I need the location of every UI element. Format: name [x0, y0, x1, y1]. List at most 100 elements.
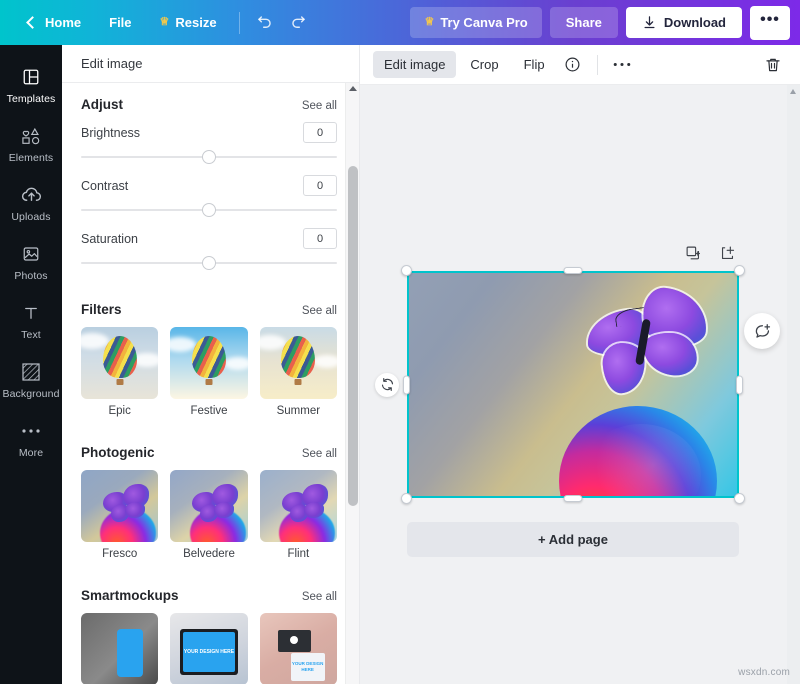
photos-icon — [22, 243, 40, 265]
home-button[interactable]: Home — [14, 9, 95, 36]
editor-body: Templates Elements Uploads Photos Text B… — [0, 45, 800, 684]
saturation-label: Saturation — [81, 231, 138, 246]
mockup-screen-text: YOUR DESIGN HERE — [183, 648, 235, 655]
resize-handle-top-left[interactable] — [401, 265, 412, 276]
toolbar-divider — [596, 54, 598, 75]
brightness-slider[interactable] — [81, 148, 337, 166]
download-button[interactable]: Download — [625, 7, 742, 38]
image-more-button[interactable] — [608, 51, 636, 79]
brightness-control: Brightness 0 — [81, 122, 337, 166]
brightness-value[interactable]: 0 — [303, 122, 337, 143]
resize-handle-top-right[interactable] — [734, 265, 745, 276]
contrast-value[interactable]: 0 — [303, 175, 337, 196]
try-canva-pro-button[interactable]: ♕ Try Canva Pro — [410, 7, 542, 38]
share-button[interactable]: Share — [549, 7, 618, 38]
info-button[interactable] — [559, 51, 587, 79]
filter-label: Epic — [108, 405, 131, 417]
add-page-quick-button[interactable] — [717, 243, 737, 263]
resize-handle-right[interactable] — [736, 375, 743, 394]
sidebar-item-templates[interactable]: Templates — [0, 55, 62, 114]
filter-preview-image — [259, 327, 337, 399]
scroll-up-arrow-icon[interactable] — [790, 89, 796, 94]
slider-thumb[interactable] — [202, 150, 216, 164]
sidebar-item-text[interactable]: Text — [0, 291, 62, 350]
slider-thumb[interactable] — [202, 256, 216, 270]
photogenic-thumb[interactable]: Fresco — [81, 470, 159, 560]
photogenic-grid: Fresco Belvedere Flint — [81, 470, 337, 560]
panel-content: Adjust See all Brightness 0 Contrast 0 S… — [62, 83, 359, 684]
resize-handle-bottom-left[interactable] — [401, 493, 412, 504]
resize-button[interactable]: ♕ Resize — [146, 9, 231, 36]
photogenic-label: Belvedere — [183, 548, 235, 560]
mockup-preview-image — [81, 613, 159, 684]
resize-handle-bottom-right[interactable] — [734, 493, 745, 504]
flip-button[interactable]: Flip — [513, 51, 556, 78]
duplicate-button[interactable] — [683, 243, 703, 263]
photogenic-thumb[interactable]: Flint — [259, 470, 337, 560]
image-toolbar: Edit image Crop Flip — [360, 45, 800, 85]
selected-image-frame[interactable] — [375, 246, 745, 504]
sidebar-item-label: Text — [21, 329, 41, 341]
rotate-icon — [381, 378, 393, 391]
contrast-slider[interactable] — [81, 201, 337, 219]
sidebar-item-photos[interactable]: Photos — [0, 232, 62, 291]
design-canvas[interactable]: + Add page wsxdn.com — [360, 85, 800, 684]
adjust-see-all[interactable]: See all — [302, 100, 337, 112]
smartmockups-title: Smartmockups — [81, 588, 179, 603]
contrast-control: Contrast 0 — [81, 175, 337, 219]
templates-icon — [22, 66, 40, 88]
sidebar-item-more[interactable]: More — [0, 409, 62, 468]
add-page-button[interactable]: + Add page — [407, 522, 739, 557]
sidebar-item-label: Elements — [8, 152, 54, 164]
filters-section-header: Filters See all — [81, 302, 337, 317]
undo-button[interactable] — [248, 6, 282, 40]
filter-thumb[interactable]: Summer — [259, 327, 337, 417]
filters-see-all[interactable]: See all — [302, 305, 337, 317]
resize-handle-left[interactable] — [403, 375, 410, 394]
panel-scroll-area[interactable]: Adjust See all Brightness 0 Contrast 0 S… — [62, 83, 359, 684]
saturation-value[interactable]: 0 — [303, 228, 337, 249]
crown-icon: ♕ — [159, 16, 170, 28]
filter-preview-image — [81, 327, 159, 399]
filter-thumb[interactable]: Epic — [81, 327, 159, 417]
smartmockups-see-all[interactable]: See all — [302, 591, 337, 603]
add-comment-button[interactable] — [744, 313, 780, 349]
panel-scrollbar-thumb[interactable] — [348, 166, 358, 506]
crop-button[interactable]: Crop — [459, 51, 509, 78]
photogenic-preview-image — [170, 470, 248, 542]
panel-scrollbar[interactable] — [345, 83, 359, 684]
photogenic-see-all[interactable]: See all — [302, 448, 337, 460]
mockup-preview-image: YOUR DESIGN HERE — [259, 613, 337, 684]
sidebar-item-background[interactable]: Background — [0, 350, 62, 409]
sidebar-item-elements[interactable]: Elements — [0, 114, 62, 173]
slider-thumb[interactable] — [202, 203, 216, 217]
duplicate-icon — [686, 246, 700, 259]
saturation-slider[interactable] — [81, 254, 337, 272]
bg-hatch — [22, 363, 40, 381]
rotate-handle[interactable] — [375, 372, 399, 397]
mockup-thumb[interactable]: YOUR DESIGN HERE — [259, 613, 337, 684]
sidebar-item-uploads[interactable]: Uploads — [0, 173, 62, 232]
mockup-thumb[interactable]: YOUR DESIGN HERE — [170, 613, 248, 684]
filter-thumb[interactable]: Festive — [170, 327, 248, 417]
more-icon — [613, 62, 630, 67]
canva-editor: Home File ♕ Resize ♕ Try Canva Pro Share… — [0, 0, 800, 684]
canvas-scrollbar[interactable] — [787, 85, 800, 684]
scroll-up-arrow-icon[interactable] — [349, 86, 357, 91]
sidebar-item-label: Photos — [14, 270, 48, 282]
edit-image-tab[interactable]: Edit image — [373, 51, 457, 78]
delete-button[interactable] — [759, 51, 787, 79]
file-menu-button[interactable]: File — [95, 9, 145, 36]
design-image[interactable] — [407, 271, 739, 498]
resize-handle-top[interactable] — [563, 267, 583, 274]
image-quick-actions — [683, 243, 737, 263]
mockup-thumb[interactable] — [81, 613, 159, 684]
saturation-row: Saturation 0 — [81, 228, 337, 249]
mockup-card-text: YOUR DESIGN HERE — [291, 660, 324, 672]
redo-button[interactable] — [282, 6, 316, 40]
more-icon — [21, 420, 41, 442]
top-bar-more-button[interactable]: ••• — [750, 5, 790, 40]
resize-handle-bottom[interactable] — [563, 495, 583, 502]
photogenic-thumb[interactable]: Belvedere — [170, 470, 248, 560]
brightness-row: Brightness 0 — [81, 122, 337, 143]
